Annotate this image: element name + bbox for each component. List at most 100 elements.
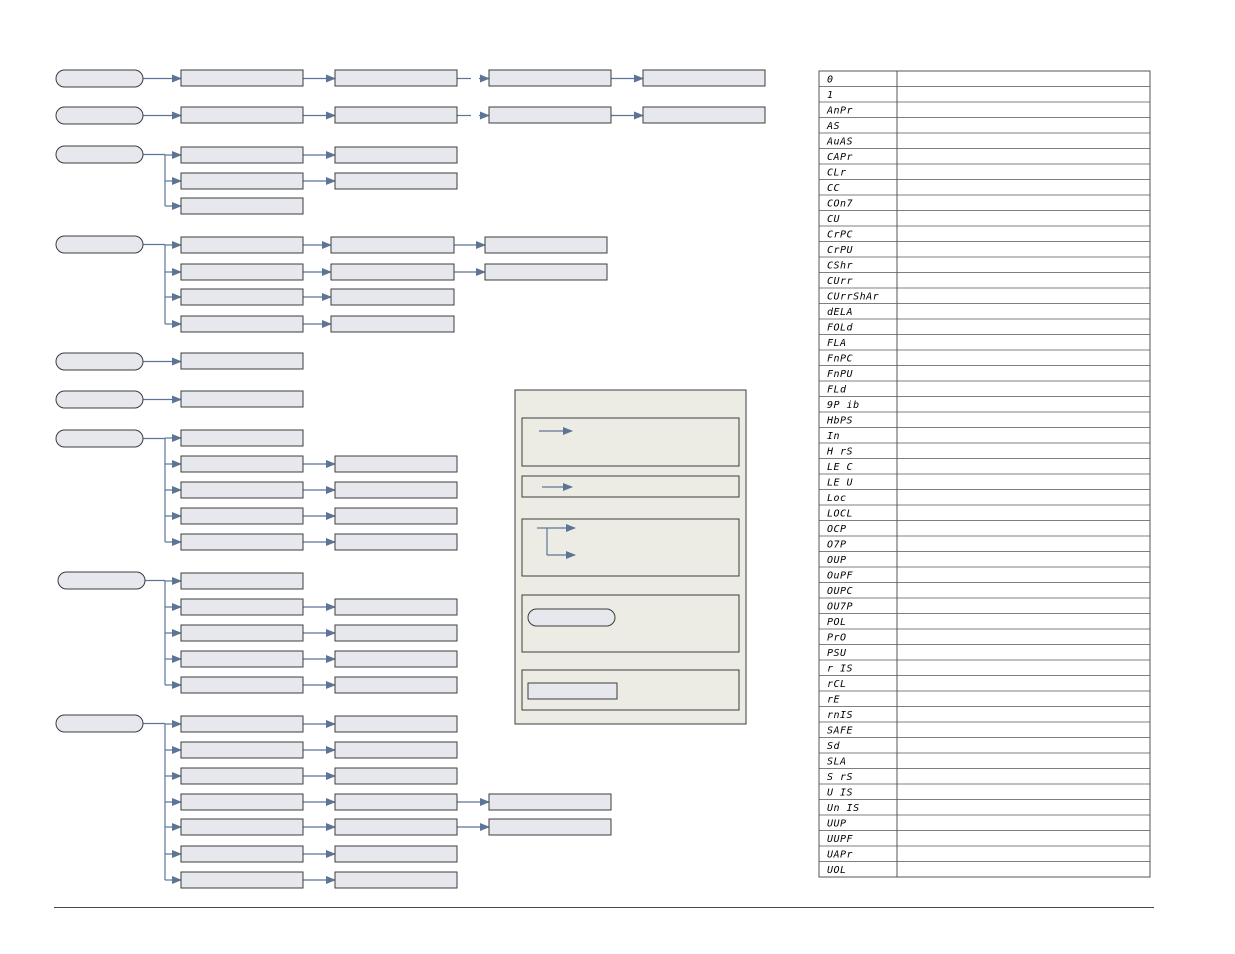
group-3-row-3-box-1	[180, 197, 304, 215]
code-table-code: FLA	[827, 338, 847, 349]
code-table-code: OCP	[827, 524, 847, 535]
code-table-code: UAPr	[827, 850, 853, 861]
group-9-row-5-box-3	[488, 818, 612, 836]
group-7-row-2-box-2	[334, 455, 458, 473]
group-9-row-1-box-2	[334, 715, 458, 733]
code-table-code: AnPr	[826, 106, 853, 117]
code-table-code: CC	[827, 183, 840, 194]
group-7-row-4-box-2	[334, 507, 458, 525]
chain-1-box-4	[642, 69, 766, 87]
code-table-code: rCL	[827, 679, 847, 690]
group-8-row-4-box-1	[180, 650, 304, 668]
code-table-code: CUrrShAr	[827, 292, 879, 303]
code-table-code: CU	[827, 214, 841, 225]
group-4-row-3-box-1	[180, 288, 304, 306]
group-7-row-5-box-2	[334, 533, 458, 551]
group-8-row-4-box-2	[334, 650, 458, 668]
group-9-row-4-box-1	[180, 793, 304, 811]
code-table-code: FnPC	[827, 354, 853, 365]
code-table-code: FnPU	[827, 369, 854, 380]
chain-1-box-3	[488, 69, 612, 87]
code-table-code: PrO	[827, 633, 847, 644]
code-table-code: SAFE	[827, 726, 853, 737]
group-8-row-5-box-1	[180, 676, 304, 694]
group-7-root-pill	[55, 429, 144, 448]
group-8-row-5-box-2	[334, 676, 458, 694]
group-4-row-2-box-3	[484, 263, 608, 281]
code-table-code: OUPC	[827, 586, 853, 597]
group-8-row-2-box-2	[334, 598, 458, 616]
menu-flow-diagram: 0 1 AnPr AS AuAS CAPr CLr CC COn7 CU CrPC CrPU CShr C…	[55, 69, 1151, 889]
code-table-code: AS	[826, 121, 840, 132]
code-table-code: AuAS	[826, 137, 853, 148]
group-9-row-5-box-2	[334, 818, 458, 836]
group-4-row-1-box-2	[330, 236, 455, 254]
chain-2-box-1	[180, 106, 304, 124]
group-9-row-2-box-2	[334, 741, 458, 759]
code-table-code: rnIS	[827, 710, 853, 721]
group-9-row-4-box-3	[488, 793, 612, 811]
group-9-row-6-box-1	[180, 845, 304, 863]
group-3-row-2-box-1	[180, 172, 304, 190]
group-9-row-3-box-1	[180, 767, 304, 785]
legend-item-arrow-frame	[521, 417, 740, 467]
group-9-row-7-box-1	[180, 871, 304, 889]
code-table-code: CAPr	[827, 152, 853, 163]
group-9-row-7-box-2	[334, 871, 458, 889]
chain-2-box-4	[642, 106, 766, 124]
code-table-code: OU7P	[827, 602, 853, 613]
code-table-code: CrPU	[827, 245, 854, 256]
code-table-code: OuPF	[827, 571, 854, 582]
group-3-row-1-box-1	[180, 146, 304, 164]
code-table-code: CUrr	[827, 276, 853, 287]
group-4-row-1-box-1	[180, 236, 304, 254]
group-7-row-3-box-2	[334, 481, 458, 499]
group-9-row-6-box-2	[334, 845, 458, 863]
code-table-code: 0	[827, 75, 834, 86]
item-6-box-1	[180, 390, 304, 408]
code-table-code: OUP	[827, 555, 847, 566]
code-table-code: U IS	[827, 788, 853, 799]
code-table-code: CrPC	[827, 230, 853, 241]
code-table-code: UUPF	[827, 834, 854, 845]
code-table-code: H rS	[826, 447, 853, 458]
group-9-row-3-box-2	[334, 767, 458, 785]
group-8-row-3-box-2	[334, 624, 458, 642]
group-8-row-1-box-1	[180, 572, 304, 590]
legend-panel	[514, 389, 747, 725]
group-7-row-2-box-1	[180, 455, 304, 473]
group-7-row-4-box-1	[180, 507, 304, 525]
chain-2-root-pill	[55, 106, 144, 125]
group-4-row-1-box-3	[484, 236, 608, 254]
code-table-code: CShr	[827, 261, 853, 272]
group-8-row-2-box-1	[180, 598, 304, 616]
code-table-code: CLr	[827, 168, 847, 179]
group-9-row-2-box-1	[180, 741, 304, 759]
chain-2-box-2	[334, 106, 458, 124]
group-3-root-pill	[55, 145, 144, 164]
group-9-row-1-box-1	[180, 715, 304, 733]
group-3-row-1-box-2	[334, 146, 458, 164]
group-9-root-pill	[55, 714, 144, 733]
code-table-code: FOLd	[827, 323, 854, 334]
code-table-code: POL	[827, 617, 847, 628]
group-4-row-2-box-1	[180, 263, 304, 281]
chain-1-root-pill	[55, 69, 144, 88]
chain-1-box-1	[180, 69, 304, 87]
legend-pill-sample	[527, 608, 616, 627]
group-7-row-3-box-1	[180, 481, 304, 499]
code-table-code: UUP	[827, 819, 847, 830]
group-4-row-4-box-1	[180, 315, 304, 333]
group-7-row-1-box-1	[180, 429, 304, 447]
chain-1-box-2	[334, 69, 458, 87]
code-table-code: SLA	[827, 757, 847, 768]
item-5-box-1	[180, 352, 304, 370]
code-table-code: FLd	[827, 385, 847, 396]
code-table-code: 9P ib	[827, 400, 860, 411]
chain-2-box-3	[488, 106, 612, 124]
code-table-code: Un IS	[827, 803, 860, 814]
code-table-code: In	[827, 431, 840, 442]
code-table-code: O7P	[827, 540, 847, 551]
group-9-row-5-box-1	[180, 818, 304, 836]
code-table-code: UOL	[827, 865, 847, 876]
